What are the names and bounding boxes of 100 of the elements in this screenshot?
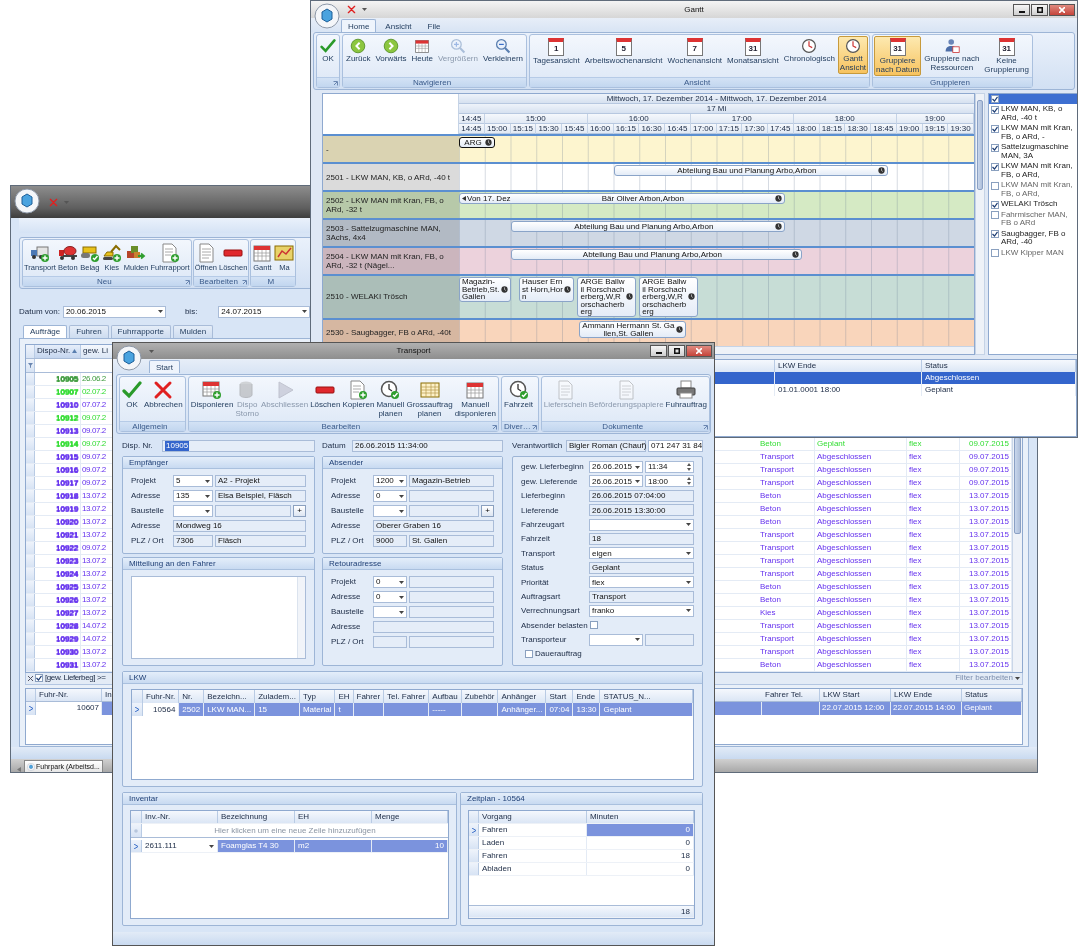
column-header[interactable]: Vorgang xyxy=(479,811,587,823)
close-button[interactable] xyxy=(1049,3,1075,16)
column-header[interactable]: Fuhr-Nr. xyxy=(143,690,180,703)
column-header[interactable]: Start xyxy=(546,690,574,703)
appointment[interactable]: ARGE Ballwil Rorschacherberg,W,Rorschacherberg xyxy=(577,277,636,317)
column-header[interactable]: Menge xyxy=(372,811,448,823)
combo-box[interactable]: eigen xyxy=(589,547,694,560)
appointment[interactable]: Ammann Hermann St. Gallen,St. Gallen xyxy=(579,320,686,339)
text-field[interactable]: Geplant xyxy=(589,561,694,574)
combo-box[interactable] xyxy=(173,505,213,517)
list-item[interactable]: WELAKI Trösch xyxy=(989,199,1077,210)
text-field[interactable]: Elsa Beispiel, Fläsch xyxy=(215,490,306,502)
column-header[interactable]: Zubehör xyxy=(461,690,499,703)
appointment[interactable]: ARG xyxy=(459,137,496,148)
checkbox[interactable] xyxy=(525,650,533,659)
tab[interactable]: Ansicht xyxy=(378,19,419,32)
column-header[interactable]: Dispo-Nr. xyxy=(35,344,81,358)
combo-box[interactable]: 5 xyxy=(173,475,213,487)
checkbox[interactable] xyxy=(991,95,999,103)
time-field[interactable]: 11:34 xyxy=(645,461,694,473)
text-field[interactable] xyxy=(409,505,479,517)
text-field[interactable]: 26.06.2015 13:30:00 xyxy=(589,504,694,517)
tab[interactable]: Mulden xyxy=(172,324,214,338)
checkbox[interactable] xyxy=(991,124,999,133)
column-header[interactable]: Bezeichnung xyxy=(218,811,295,823)
text-field[interactable]: 10905 xyxy=(162,440,315,452)
ribbon-button[interactable]: 1 Tagesansicht xyxy=(531,36,582,68)
column-header[interactable]: EH xyxy=(335,690,354,703)
column-header[interactable]: LKW Ende xyxy=(891,688,962,701)
ribbon-button[interactable]: 7 Wochenansicht xyxy=(665,36,725,68)
ribbon-button[interactable]: Fahrzeit xyxy=(503,378,534,412)
text-field[interactable]: Fläsch xyxy=(215,535,306,547)
checkbox[interactable] xyxy=(991,105,999,114)
text-field[interactable] xyxy=(215,505,291,517)
text-field[interactable]: Bigler Roman (Chauf) xyxy=(566,440,646,452)
combo-box[interactable]: 1200 xyxy=(373,475,407,487)
appointment[interactable]: Abteilung Bau und Planung Arbo,Arbon xyxy=(613,165,889,176)
column-header[interactable]: LKW Start xyxy=(820,688,891,701)
ribbon-button[interactable]: Gantt Ansicht xyxy=(837,36,869,74)
combo-box[interactable] xyxy=(373,606,407,618)
ribbon-button[interactable]: Verkleinern xyxy=(480,36,525,66)
ribbon-button[interactable]: OK xyxy=(318,36,338,66)
combo-box[interactable]: 0 xyxy=(373,490,407,502)
combo-box[interactable]: 0 xyxy=(373,591,407,603)
column-header[interactable]: Tel. Fahrer xyxy=(384,690,430,703)
checkbox[interactable] xyxy=(991,230,999,238)
checkbox[interactable] xyxy=(991,211,999,219)
appointment[interactable]: Abteilung Bau und Planung Arbo,Arbon xyxy=(510,221,786,232)
text-field[interactable]: 26.06.2015 11:34:00 xyxy=(352,440,503,452)
column-header[interactable]: Aufbau xyxy=(429,690,462,703)
list-item[interactable]: LKW MAN, KB, o ARd, -40 t xyxy=(989,104,1077,123)
text-field[interactable]: Transport xyxy=(589,590,694,603)
text-field[interactable]: Oberer Graben 16 xyxy=(373,520,494,532)
checkbox[interactable] xyxy=(991,200,999,209)
checkbox[interactable] xyxy=(991,143,999,152)
text-field[interactable]: A2 - Projekt xyxy=(215,475,306,487)
combo-box[interactable]: franko xyxy=(589,604,694,617)
time-field[interactable]: 18:00 xyxy=(645,475,694,488)
column-header[interactable]: STATUS_N... xyxy=(600,690,693,703)
list-item[interactable]: LKW MAN mit Kran, FB, o ARd, xyxy=(989,161,1077,180)
appointment[interactable]: Hauser Ernst Horn,Horn xyxy=(519,277,574,302)
combo-box[interactable]: flex xyxy=(589,576,694,589)
minimize-button[interactable] xyxy=(650,345,667,357)
ribbon-button[interactable]: Fuhrauftrag xyxy=(664,378,708,412)
column-header[interactable]: Ende xyxy=(573,690,601,703)
text-field[interactable]: 7306 xyxy=(173,535,213,547)
text-field[interactable] xyxy=(409,591,494,603)
list-item[interactable]: LKW MAN mit Kran, FB, o ARd, xyxy=(989,180,1077,199)
appointment[interactable]: Abteilung Bau und Planung Arbo,Arbon xyxy=(510,249,803,260)
tab[interactable]: File xyxy=(420,19,448,32)
combo-box[interactable]: 26.06.2015 xyxy=(589,475,643,488)
text-field[interactable] xyxy=(645,633,694,646)
text-field[interactable]: 26.06.2015 07:04:00 xyxy=(589,489,694,502)
combo-box[interactable] xyxy=(373,505,407,517)
text-field[interactable]: St. Gallen xyxy=(409,535,494,547)
close-button[interactable] xyxy=(686,345,712,357)
ribbon-button[interactable]: Disponieren xyxy=(189,378,235,412)
checkbox[interactable] xyxy=(589,621,598,630)
column-header[interactable]: Anhänger xyxy=(498,690,547,703)
text-field[interactable] xyxy=(409,490,494,502)
ribbon-button[interactable]: Chronologisch xyxy=(781,36,837,66)
column-header[interactable]: Status xyxy=(962,688,1022,701)
tab[interactable]: Start xyxy=(149,360,180,373)
tab[interactable]: Aufträge xyxy=(23,324,68,338)
maximize-button[interactable] xyxy=(1031,3,1048,16)
text-field[interactable]: Magazin-Betrieb xyxy=(409,475,494,487)
text-field[interactable]: 9000 xyxy=(373,535,407,547)
ribbon-button[interactable]: Kopieren xyxy=(341,378,376,412)
combo-box[interactable]: 135 xyxy=(173,490,213,502)
tab[interactable]: Fuhrrapporte xyxy=(110,324,171,338)
text-field[interactable] xyxy=(373,636,407,648)
ribbon-button[interactable]: Manuell disponieren xyxy=(453,378,498,420)
column-header[interactable]: Bezeichn... xyxy=(204,690,256,703)
ribbon-button[interactable]: Zurück xyxy=(344,36,373,66)
checkbox[interactable] xyxy=(991,249,999,257)
message-field[interactable] xyxy=(131,576,306,659)
column-header[interactable]: Fahrer Tel. xyxy=(762,688,820,701)
ribbon-button[interactable]: Manuell planen xyxy=(375,378,406,420)
ribbon-button[interactable]: Abbrechen xyxy=(143,378,184,412)
tab[interactable]: Home xyxy=(341,19,377,32)
